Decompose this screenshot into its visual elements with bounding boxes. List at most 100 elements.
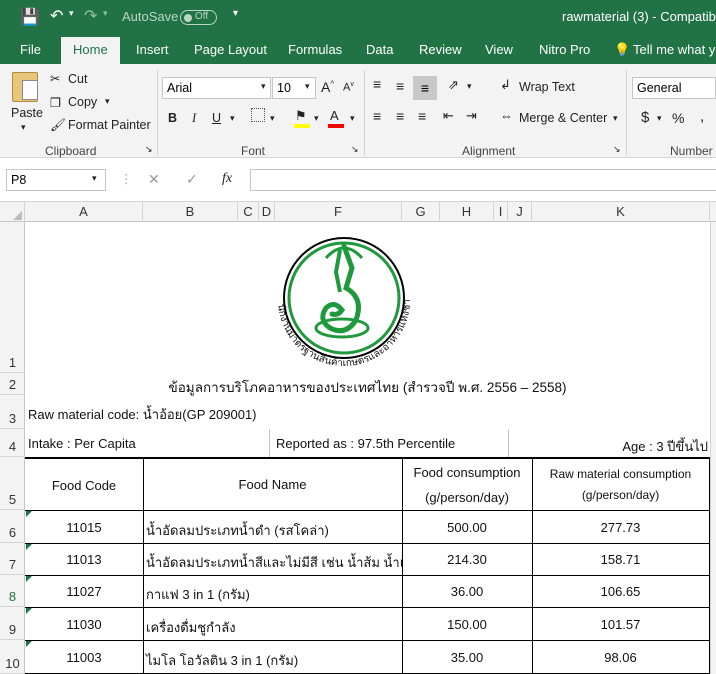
borders-icon[interactable] (251, 108, 265, 122)
raw-consumption-cell[interactable]: 98.06 (532, 650, 709, 665)
row-header-9[interactable]: 9 (0, 607, 25, 640)
number-format-select[interactable]: General (632, 77, 716, 99)
tab-insert[interactable]: Insert (136, 42, 169, 57)
row-header-6[interactable]: 6 (0, 510, 25, 543)
row-header-4[interactable]: 4 (0, 429, 25, 457)
clipboard-launcher-icon[interactable]: ↘ (145, 144, 153, 155)
column-header-b[interactable]: B (143, 202, 238, 222)
font-color-icon[interactable]: A (330, 108, 339, 123)
food-name-cell[interactable]: กาแฟ 3 in 1 (กรัม) (146, 584, 250, 605)
reported-as-label[interactable]: Reported as : 97.5th Percentile (276, 436, 455, 451)
comma-style-icon[interactable]: , (700, 108, 704, 125)
header-food-consumption-unit[interactable]: (g/person/day) (402, 490, 532, 505)
font-name-select[interactable]: Arial (162, 77, 271, 99)
food-code-cell[interactable]: 11013 (25, 552, 143, 567)
food-name-cell[interactable]: น้ำอัดลมประเภทน้ำสีและไม่มีสี เช่น น้ำส้… (146, 552, 402, 573)
raw-material-code[interactable]: Raw material code: น้ำอ้อย(GP 209001) (28, 404, 257, 425)
alignment-launcher-icon[interactable]: ↘ (613, 144, 621, 155)
italic-button[interactable]: I (192, 111, 196, 126)
tab-formulas[interactable]: Formulas (288, 42, 342, 57)
tab-view[interactable]: View (485, 42, 513, 57)
row-header-8[interactable]: 8 (0, 575, 25, 607)
tell-me-search[interactable]: Tell me what yo (633, 42, 716, 57)
tab-page-layout[interactable]: Page Layout (194, 42, 267, 57)
underline-dropdown-icon[interactable]: ▾ (230, 113, 235, 124)
row-header-10[interactable]: 10 (0, 640, 25, 674)
food-consumption-cell[interactable]: 36.00 (402, 584, 532, 599)
tab-review[interactable]: Review (419, 42, 462, 57)
tab-nitro-pro[interactable]: Nitro Pro (539, 42, 590, 57)
tab-data[interactable]: Data (366, 42, 393, 57)
header-raw-consumption[interactable]: Raw material consumption (532, 467, 709, 481)
decrease-font-size-icon[interactable]: Av (343, 81, 354, 94)
raw-consumption-cell[interactable]: 106.65 (532, 584, 709, 599)
tab-file[interactable]: File (20, 42, 41, 57)
sheet-title[interactable]: ข้อมูลการบริโภคอาหารของประเทศไทย (สำรวจป… (25, 376, 710, 398)
orientation-dropdown-icon[interactable]: ▾ (467, 81, 472, 92)
font-launcher-icon[interactable]: ↘ (351, 144, 359, 155)
vertical-scrollbar[interactable] (710, 222, 716, 674)
align-top-icon[interactable]: ≡ (373, 76, 381, 92)
tab-home[interactable]: Home (61, 37, 120, 64)
paste-button[interactable]: Paste (11, 106, 43, 120)
increase-font-size-icon[interactable]: A^ (321, 79, 334, 95)
raw-consumption-cell[interactable]: 158.71 (532, 552, 709, 567)
font-size-dropdown-icon[interactable]: ▾ (305, 81, 310, 92)
intake-label[interactable]: Intake : Per Capita (28, 436, 136, 451)
name-box[interactable]: P8 (6, 169, 106, 191)
error-indicator[interactable] (26, 608, 32, 614)
cut-button[interactable]: Cut (68, 72, 87, 86)
bold-button[interactable]: B (168, 111, 177, 125)
merge-center-dropdown-icon[interactable]: ▾ (613, 113, 618, 124)
error-indicator[interactable] (26, 576, 32, 582)
raw-consumption-cell[interactable]: 101.57 (532, 617, 709, 632)
food-consumption-cell[interactable]: 214.30 (402, 552, 532, 567)
column-header-k[interactable]: K (532, 202, 710, 222)
column-header-j[interactable]: J (508, 202, 532, 222)
enter-icon[interactable]: ✓ (186, 171, 198, 188)
header-food-code[interactable]: Food Code (25, 478, 143, 493)
select-all-corner[interactable] (0, 202, 25, 222)
header-food-name[interactable]: Food Name (143, 477, 402, 492)
redo-dropdown-icon[interactable]: ▾ (103, 8, 108, 19)
align-center-icon[interactable]: ≡ (396, 108, 404, 124)
row-header-5[interactable]: 5 (0, 457, 25, 510)
copy-dropdown-icon[interactable]: ▾ (105, 96, 110, 107)
food-name-cell[interactable]: น้ำอัดลมประเภทน้ำดำ (รสโคล่า) (146, 520, 329, 541)
customize-toolbar-icon[interactable]: ▾ (233, 8, 238, 19)
food-name-cell[interactable]: ไมโล โอวัลติน 3 in 1 (กรัม) (146, 650, 298, 671)
borders-dropdown-icon[interactable]: ▾ (270, 113, 275, 124)
column-header-d[interactable]: D (259, 202, 275, 222)
paste-dropdown-icon[interactable]: ▾ (21, 122, 26, 133)
insert-function-icon[interactable]: fx (222, 171, 232, 187)
underline-button[interactable]: U (212, 111, 221, 125)
font-name-dropdown-icon[interactable]: ▾ (261, 81, 266, 92)
undo-dropdown-icon[interactable]: ▾ (69, 8, 74, 19)
currency-dropdown-icon[interactable]: ▾ (657, 113, 662, 124)
food-name-cell[interactable]: เครื่องดื่มชูกำลัง (146, 617, 236, 638)
wrap-text-button[interactable]: Wrap Text (519, 80, 575, 94)
decrease-indent-icon[interactable]: ⇤ (443, 108, 454, 124)
column-header-h[interactable]: H (440, 202, 494, 222)
column-header-a[interactable]: A (25, 202, 143, 222)
food-code-cell[interactable]: 11027 (25, 584, 143, 599)
food-code-cell[interactable]: 11015 (25, 520, 143, 535)
row-header-2[interactable]: 2 (0, 373, 25, 395)
row-header-7[interactable]: 7 (0, 543, 25, 575)
food-code-cell[interactable]: 11003 (25, 650, 143, 665)
formula-input[interactable] (250, 169, 716, 191)
food-consumption-cell[interactable]: 150.00 (402, 617, 532, 632)
align-middle-icon[interactable]: ≡ (396, 78, 404, 94)
food-consumption-cell[interactable]: 500.00 (402, 520, 532, 535)
align-bottom-icon[interactable]: ≡ (413, 76, 437, 100)
save-icon[interactable]: 💾 (20, 7, 40, 27)
lightbulb-icon[interactable]: 💡 (614, 42, 630, 58)
header-food-consumption[interactable]: Food consumption (402, 465, 532, 480)
food-consumption-cell[interactable]: 35.00 (402, 650, 532, 665)
align-right-icon[interactable]: ≡ (418, 108, 426, 124)
raw-consumption-cell[interactable]: 277.73 (532, 520, 709, 535)
error-indicator[interactable] (26, 641, 32, 647)
fill-color-icon[interactable]: ⚑ (295, 108, 307, 124)
header-raw-consumption-unit[interactable]: (g/person/day) (532, 488, 709, 502)
orientation-icon[interactable]: ⇗ (448, 77, 459, 93)
